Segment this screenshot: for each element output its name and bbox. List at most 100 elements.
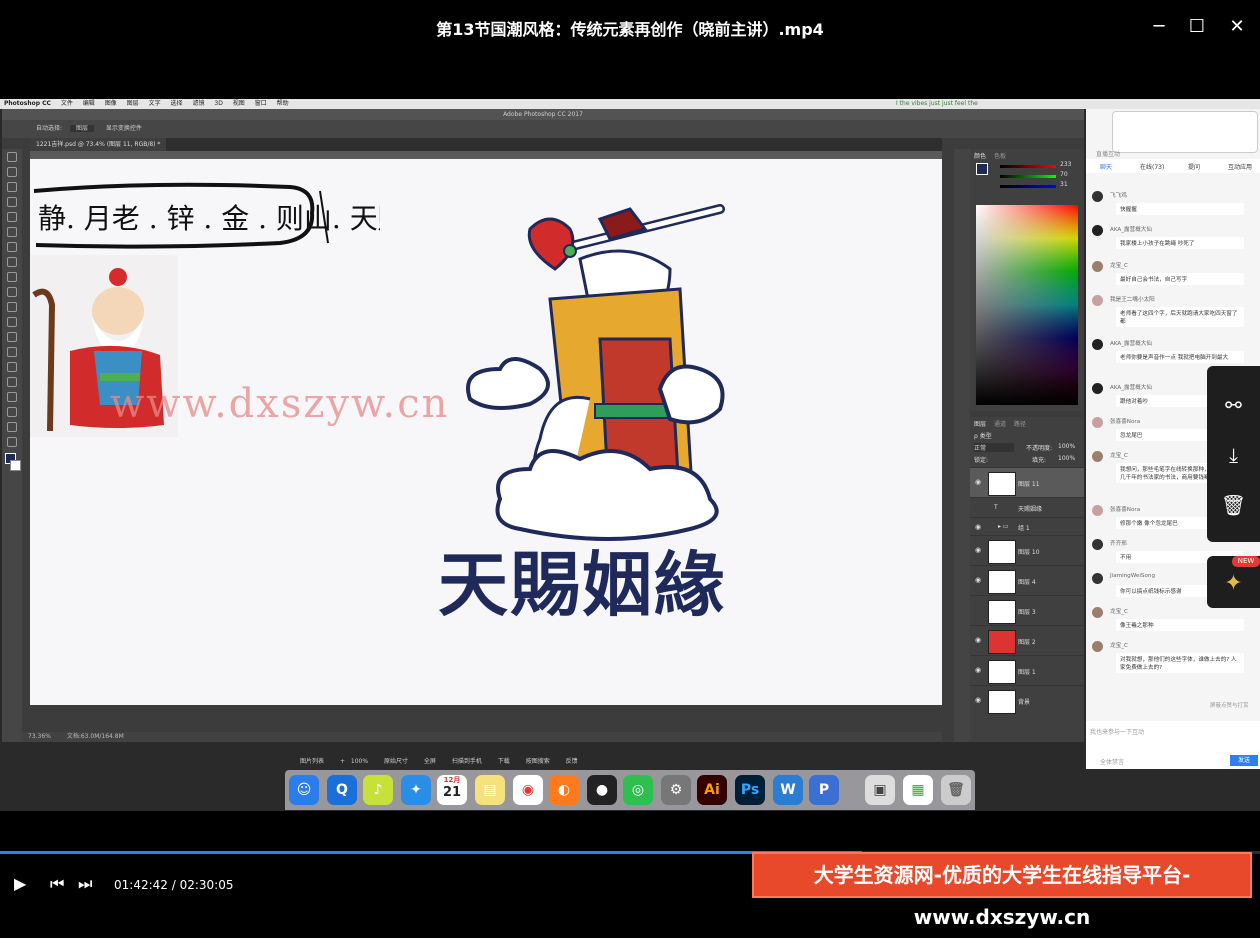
layer-row[interactable]: ◉ 图层 11 xyxy=(970,467,1084,498)
opacity-value[interactable]: 100% xyxy=(1058,443,1075,450)
blue-slider[interactable] xyxy=(1000,185,1056,188)
marquee-tool-icon[interactable] xyxy=(7,167,17,177)
shape-tool-icon[interactable] xyxy=(7,407,17,417)
current-color-swatch[interactable] xyxy=(976,163,988,175)
background-color-swatch[interactable] xyxy=(10,460,21,471)
menu-type[interactable]: 文字 xyxy=(149,99,161,109)
blend-mode-select[interactable]: 正常 xyxy=(974,443,1014,452)
menu-help[interactable]: 帮助 xyxy=(277,99,289,109)
promo-banner[interactable]: 大学生资源网-优质的大学生在线指导平台-www.dxszyw.cn xyxy=(752,852,1252,929)
tab-channels[interactable]: 通道 xyxy=(994,421,1006,428)
auto-select-label[interactable]: 自动选择: xyxy=(36,125,62,132)
dodge-tool-icon[interactable] xyxy=(7,347,17,357)
viewer-original[interactable]: 原始尺寸 xyxy=(384,758,408,765)
show-transform-checkbox[interactable]: 显示变换控件 xyxy=(106,125,142,132)
trash-icon[interactable]: 🗑 xyxy=(941,775,971,805)
visibility-eye-icon[interactable]: ◉ xyxy=(975,696,981,704)
magic-wand-tool-icon[interactable] xyxy=(7,197,17,207)
notification-popup[interactable] xyxy=(1112,111,1258,153)
menu-select[interactable]: 选择 xyxy=(171,99,183,109)
layer-row[interactable]: ◉ 图层 10 xyxy=(970,535,1084,566)
music-icon[interactable]: ♪ xyxy=(363,775,393,805)
chat-input[interactable]: 我也来参与一下互动 全体禁言 发送 xyxy=(1086,721,1260,769)
type-tool-icon[interactable] xyxy=(7,377,17,387)
menu-image[interactable]: 图像 xyxy=(105,99,117,109)
fill-value[interactable]: 100% xyxy=(1058,455,1075,462)
layer-row[interactable]: ◉ 图层 1 xyxy=(970,655,1084,686)
viewer-download[interactable]: 下载 xyxy=(498,758,510,765)
menu-file[interactable]: 文件 xyxy=(61,99,73,109)
visibility-eye-icon[interactable]: ◉ xyxy=(975,523,981,531)
illustrator-icon[interactable]: Ai xyxy=(697,775,727,805)
layer-kind-filter[interactable]: ρ 类型 xyxy=(974,431,992,440)
red-value[interactable]: 233 xyxy=(1060,161,1071,168)
next-icon[interactable]: ⏭ xyxy=(78,874,92,894)
send-button[interactable]: 发送 xyxy=(1230,755,1258,766)
finder-icon[interactable]: ☺ xyxy=(289,775,319,805)
layer-row[interactable]: 图层 3 xyxy=(970,595,1084,626)
document-tab[interactable]: 1221吉祥.psd @ 73.4% (图层 11, RGB/8) * xyxy=(30,138,167,151)
chat-input-placeholder[interactable]: 我也来参与一下互动 xyxy=(1086,721,1260,742)
path-select-tool-icon[interactable] xyxy=(7,392,17,402)
menu-edit[interactable]: 编辑 xyxy=(83,99,95,109)
share-icon[interactable]: ⚯ xyxy=(1207,380,1260,430)
viewer-fullscreen[interactable]: 全屏 xyxy=(424,758,436,765)
minimize-button[interactable]: ─ xyxy=(1146,14,1172,40)
red-slider[interactable] xyxy=(1000,165,1056,168)
layer-select[interactable]: 图层 xyxy=(69,125,94,132)
gradient-tool-icon[interactable] xyxy=(7,317,17,327)
gift-toggle[interactable]: 屏蔽点赞与打赏 xyxy=(1210,701,1249,709)
pen-tool-icon[interactable] xyxy=(7,362,17,372)
visibility-eye-icon[interactable]: ◉ xyxy=(975,666,981,674)
layer-row[interactable]: ◉ 背景 xyxy=(970,685,1084,716)
menu-view[interactable]: 视图 xyxy=(233,99,245,109)
menu-layer[interactable]: 图层 xyxy=(127,99,139,109)
history-brush-tool-icon[interactable] xyxy=(7,287,17,297)
photoshop-icon[interactable]: Ps xyxy=(735,775,765,805)
maximize-button[interactable]: ☐ xyxy=(1184,14,1210,40)
document-canvas[interactable]: 静. 月老 . 锌 . 金 . 则山. 天赐 天賜姻緣 xyxy=(30,159,942,705)
layer-row[interactable]: T 天赐姻缘 xyxy=(970,497,1084,518)
visibility-eye-icon[interactable]: ◉ xyxy=(975,636,981,644)
system-preferences-icon[interactable]: ⚙ xyxy=(661,775,691,805)
green-value[interactable]: 70 xyxy=(1060,171,1068,178)
layer-row[interactable]: ◉ 图层 4 xyxy=(970,565,1084,596)
calendar-icon[interactable]: 12月 21 xyxy=(437,775,467,805)
eyedropper-tool-icon[interactable] xyxy=(7,227,17,237)
tab-chat[interactable]: 聊天 xyxy=(1100,162,1112,171)
green-slider[interactable] xyxy=(1000,175,1056,178)
menu-filter[interactable]: 滤镜 xyxy=(192,99,204,109)
zoom-tool-icon[interactable] xyxy=(7,437,17,447)
quicktime-icon[interactable]: Q xyxy=(327,775,357,805)
move-tool-icon[interactable] xyxy=(7,152,17,162)
tab-color[interactable]: 颜色 xyxy=(974,153,986,160)
menu-window[interactable]: 窗口 xyxy=(255,99,267,109)
visibility-eye-icon[interactable]: ◉ xyxy=(975,478,981,486)
healing-tool-icon[interactable] xyxy=(7,242,17,252)
qq-icon[interactable]: ● xyxy=(587,775,617,805)
close-button[interactable]: ✕ xyxy=(1224,14,1250,40)
menu-3d[interactable]: 3D xyxy=(214,99,222,109)
tab-apps[interactable]: 互动应用 xyxy=(1228,162,1252,171)
tab-questions[interactable]: 提问 xyxy=(1188,162,1200,171)
blue-value[interactable]: 31 xyxy=(1060,181,1068,188)
word-icon[interactable]: W xyxy=(773,775,803,805)
previous-icon[interactable]: ⏮ xyxy=(50,874,64,894)
chrome-icon[interactable]: ◉ xyxy=(513,775,543,805)
tab-online[interactable]: 在线(73) xyxy=(1140,162,1164,171)
pages-icon[interactable]: P xyxy=(809,775,839,805)
blur-tool-icon[interactable] xyxy=(7,332,17,342)
hand-tool-icon[interactable] xyxy=(7,422,17,432)
color-spectrum[interactable] xyxy=(976,205,1078,405)
viewer-list[interactable]: 图片列表 xyxy=(300,758,324,765)
play-icon[interactable]: ▶ xyxy=(14,874,26,893)
brush-tool-icon[interactable] xyxy=(7,257,17,267)
trash-icon[interactable]: 🗑 xyxy=(1207,480,1260,530)
safari-icon[interactable]: ✦ xyxy=(401,775,431,805)
tab-swatches[interactable]: 色板 xyxy=(994,153,1006,160)
viewer-zoom[interactable]: + 100% xyxy=(340,758,368,765)
stamp-tool-icon[interactable] xyxy=(7,272,17,282)
lasso-tool-icon[interactable] xyxy=(7,182,17,192)
viewer-search[interactable]: 按图搜索 xyxy=(526,758,550,765)
visibility-eye-icon[interactable]: ◉ xyxy=(975,576,981,584)
